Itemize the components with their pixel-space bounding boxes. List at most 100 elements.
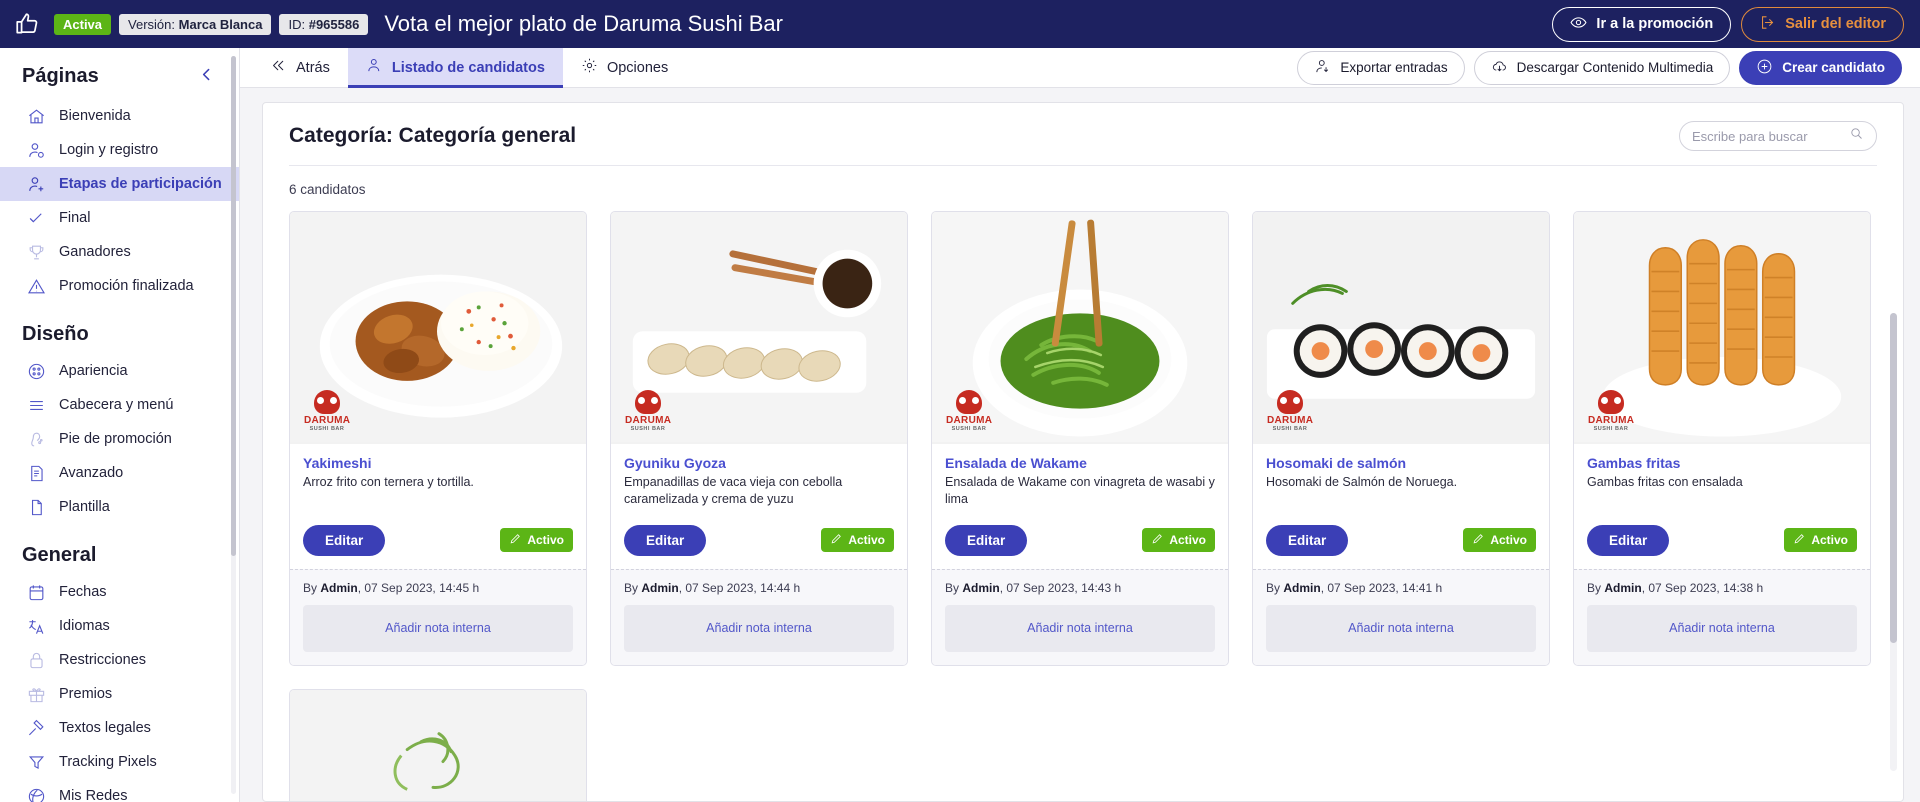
- watermark-top-text: DARUMA: [1588, 415, 1635, 426]
- tab-listado-de-candidatos[interactable]: Listado de candidatos: [347, 48, 564, 88]
- sidebar-item-avanzado[interactable]: Avanzado: [0, 456, 239, 490]
- thumbs-up-icon[interactable]: [10, 7, 44, 41]
- candidate-description: Empanadillas de vaca vieja con cebolla c…: [624, 475, 843, 507]
- sidebar-item-mis-redes[interactable]: Mis Redes: [0, 779, 239, 802]
- candidate-card[interactable]: DARUMA SUSHI BAR Gambas fritas Gambas fr…: [1573, 211, 1871, 666]
- candidate-image: DARUMA SUSHI BAR: [1574, 212, 1870, 444]
- pencil-icon: [1793, 532, 1806, 548]
- status-label: Activo: [527, 533, 564, 547]
- sidebar-item-fechas[interactable]: Fechas: [0, 575, 239, 609]
- create-candidate-button[interactable]: Crear candidato: [1739, 50, 1902, 85]
- exit-editor-label: Salir del editor: [1785, 16, 1886, 32]
- candidate-title[interactable]: Gyuniku Gyoza: [624, 455, 894, 471]
- funnel-icon: [26, 752, 46, 772]
- candidate-body: Hosomaki de salmón Hosomaki de Salmón de…: [1253, 444, 1549, 569]
- search-box[interactable]: [1679, 121, 1877, 151]
- id-chip: ID: #965586: [279, 13, 369, 35]
- daruma-doll-icon: [1277, 390, 1303, 414]
- watermark-top-text: DARUMA: [304, 415, 351, 426]
- candidates-scroll-region[interactable]: DARUMA SUSHI BAR Yakimeshi Arroz frito c…: [263, 197, 1903, 801]
- add-internal-note-button[interactable]: Añadir nota interna: [624, 604, 894, 652]
- app-body: Páginas Bienvenida Login y registro Etap…: [0, 48, 1920, 802]
- edit-button[interactable]: Editar: [624, 524, 707, 556]
- add-internal-note-button[interactable]: Añadir nota interna: [1266, 604, 1536, 652]
- status-badge[interactable]: Activo: [1784, 528, 1857, 552]
- candidate-footer: By Admin, 07 Sep 2023, 14:45 h Añadir no…: [290, 568, 586, 665]
- candidate-image: DARUMA SUSHI BAR: [932, 212, 1228, 444]
- sidebar-item-login-y-registro[interactable]: Login y registro: [0, 133, 239, 167]
- sidebar-item-premios[interactable]: Premios: [0, 677, 239, 711]
- tab-label: Listado de candidatos: [391, 59, 545, 76]
- status-badge[interactable]: Activo: [500, 528, 573, 552]
- exit-editor-button[interactable]: Salir del editor: [1741, 6, 1904, 42]
- sidebar-item-pie-de-promocion[interactable]: Pie de promoción: [0, 422, 239, 456]
- candidate-card[interactable]: DARUMA SUSHI BAR Yakimeshi Arroz frito c…: [289, 211, 587, 666]
- candidate-card[interactable]: DARUMA SUSHI BAR: [289, 688, 587, 801]
- candidate-image: DARUMA SUSHI BAR: [290, 212, 586, 444]
- candidate-footer: By Admin, 07 Sep 2023, 14:44 h Añadir no…: [611, 568, 907, 665]
- candidate-title[interactable]: Gambas fritas: [1587, 455, 1857, 471]
- candidate-card[interactable]: DARUMA SUSHI BAR Hosomaki de salmón Hoso…: [1252, 211, 1550, 666]
- candidate-image: DARUMA SUSHI BAR: [290, 689, 586, 801]
- edit-button[interactable]: Editar: [1266, 524, 1349, 556]
- byline-prefix: By: [303, 580, 318, 595]
- status-badge[interactable]: Activo: [821, 528, 894, 552]
- sidebar-item-bienvenida[interactable]: Bienvenida: [0, 99, 239, 133]
- user-lock-icon: [26, 140, 46, 160]
- home-icon: [26, 106, 46, 126]
- export-entries-label: Exportar entradas: [1340, 60, 1448, 75]
- sidebar-item-ganadores[interactable]: Ganadores: [0, 235, 239, 269]
- pencil-icon: [1472, 532, 1485, 548]
- candidate-actions: Editar Activo: [1587, 509, 1857, 569]
- search-icon[interactable]: [1849, 126, 1864, 146]
- candidates-icon: [366, 57, 383, 78]
- sidebar-item-final[interactable]: Final: [0, 201, 239, 235]
- view-promotion-label: Ir a la promoción: [1596, 16, 1714, 32]
- sidebar-item-label: Ganadores: [59, 244, 131, 260]
- add-internal-note-button[interactable]: Añadir nota interna: [1587, 604, 1857, 652]
- status-badge[interactable]: Activo: [1463, 528, 1536, 552]
- candidate-title[interactable]: Yakimeshi: [303, 455, 573, 471]
- sidebar-item-tracking-pixels[interactable]: Tracking Pixels: [0, 745, 239, 779]
- sidebar-item-promocion-finalizada[interactable]: Promoción finalizada: [0, 269, 239, 303]
- panel-scrollbar-thumb[interactable]: [1890, 313, 1897, 643]
- chevron-left-icon[interactable]: [194, 64, 219, 89]
- tab-opciones[interactable]: Opciones: [563, 48, 686, 87]
- candidate-title[interactable]: Ensalada de Wakame: [945, 455, 1215, 471]
- sidebar-item-restricciones[interactable]: Restricciones: [0, 643, 239, 677]
- sidebar-item-apariencia[interactable]: Apariencia: [0, 354, 239, 388]
- edit-button[interactable]: Editar: [1587, 524, 1670, 556]
- candidate-title[interactable]: Hosomaki de salmón: [1266, 455, 1536, 471]
- download-media-label: Descargar Contenido Multimedia: [1516, 60, 1714, 75]
- status-badge[interactable]: Activo: [1142, 528, 1215, 552]
- candidate-byline: By Admin, 07 Sep 2023, 14:41 h: [1266, 581, 1536, 595]
- candidate-byline: By Admin, 07 Sep 2023, 14:43 h: [945, 581, 1215, 595]
- sidebar-scrollbar-thumb[interactable]: [231, 56, 236, 556]
- candidate-card[interactable]: DARUMA SUSHI BAR Gyuniku Gyoza Empanadil…: [610, 211, 908, 666]
- candidate-card[interactable]: DARUMA SUSHI BAR Ensalada de Wakame Ensa…: [931, 211, 1229, 666]
- edit-button[interactable]: Editar: [945, 524, 1028, 556]
- calendar-icon: [26, 582, 46, 602]
- daruma-doll-icon: [314, 390, 340, 414]
- sidebar-item-idiomas[interactable]: Idiomas: [0, 609, 239, 643]
- page-icon: [26, 497, 46, 517]
- tab-atras[interactable]: Atrás: [252, 48, 348, 87]
- candidates-panel: Categoría: Categoría general 6 candidato…: [262, 102, 1904, 802]
- export-entries-button[interactable]: Exportar entradas: [1297, 50, 1465, 85]
- logout-icon: [1759, 14, 1776, 35]
- candidate-footer: By Admin, 07 Sep 2023, 14:41 h Añadir no…: [1253, 568, 1549, 665]
- view-promotion-button[interactable]: Ir a la promoción: [1552, 6, 1732, 42]
- watermark-top-text: DARUMA: [946, 415, 993, 426]
- sidebar-item-etapas-de-participacion[interactable]: Etapas de participación: [0, 167, 239, 201]
- edit-button[interactable]: Editar: [303, 524, 386, 556]
- add-internal-note-button[interactable]: Añadir nota interna: [945, 604, 1215, 652]
- sidebar-item-textos-legales[interactable]: Textos legales: [0, 711, 239, 745]
- candidate-byline: By Admin, 07 Sep 2023, 14:44 h: [624, 581, 894, 595]
- gear-icon: [581, 57, 598, 78]
- watermark-top-text: DARUMA: [1267, 415, 1314, 426]
- sidebar-item-plantilla[interactable]: Plantilla: [0, 490, 239, 524]
- sidebar-item-cabecera-y-menu[interactable]: Cabecera y menú: [0, 388, 239, 422]
- download-media-button[interactable]: Descargar Contenido Multimedia: [1473, 50, 1731, 85]
- add-internal-note-button[interactable]: Añadir nota interna: [303, 604, 573, 652]
- search-input[interactable]: [1692, 128, 1849, 144]
